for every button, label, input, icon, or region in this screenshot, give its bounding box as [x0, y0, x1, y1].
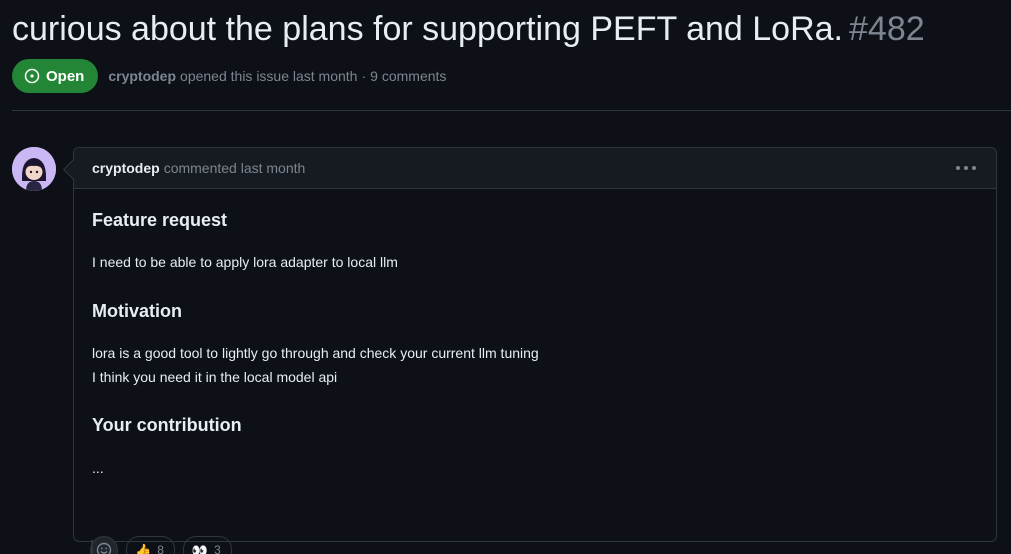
section-heading-motivation: Motivation [92, 301, 182, 321]
eyes-icon: 👀 [191, 542, 209, 554]
comment-header: cryptodep commented last month [74, 148, 996, 189]
issue-meta: Open cryptodep opened this issue last mo… [12, 59, 446, 93]
issue-title-row: curious about the plans for supporting P… [12, 8, 925, 50]
reactions-bar: 👍 8 👀 3 [90, 536, 232, 554]
issue-comment: cryptodep commented last month Feature r… [73, 147, 997, 554]
header-divider [12, 110, 1011, 111]
issue-state-label: Open [46, 67, 85, 85]
issue-author-link[interactable]: cryptodep [108, 68, 176, 84]
comment-author[interactable]: cryptodep [92, 160, 160, 176]
timeline-line [91, 540, 93, 554]
issue-comments-count[interactable]: 9 comments [370, 68, 446, 84]
reaction-count: 8 [157, 543, 164, 554]
section-heading-feature-request: Feature request [92, 210, 228, 230]
section-text-motivation-1: lora is a good tool to lightly go throug… [92, 345, 539, 361]
avatar[interactable] [12, 147, 56, 191]
issue-number: #482 [849, 10, 925, 48]
section-text-motivation-2: I think you need it in the local model a… [92, 369, 338, 385]
issue-title: curious about the plans for supporting P… [12, 10, 843, 48]
section-text-feature-request: I need to be able to apply lora adapter … [92, 254, 398, 270]
issue-opened-text: opened this issue last month [180, 68, 358, 84]
issue-state-badge: Open [12, 59, 99, 93]
section-heading-contribution: Your contribution [92, 415, 242, 435]
issue-page: curious about the plans for supporting P… [0, 0, 1011, 554]
comment-timestamp[interactable]: commented last month [164, 160, 306, 176]
reaction-count: 3 [214, 543, 221, 554]
meta-separator: · [361, 68, 367, 84]
thumbs-up-icon: 👍 [135, 542, 152, 554]
reaction-eyes[interactable]: 👀 3 [182, 536, 232, 554]
smiley-icon[interactable] [90, 536, 118, 554]
reaction-thumbs-up[interactable]: 👍 8 [126, 536, 175, 554]
kebab-horizontal-icon[interactable] [956, 160, 976, 176]
section-text-contribution: ... [92, 460, 104, 476]
issue-opened-icon [24, 68, 40, 84]
